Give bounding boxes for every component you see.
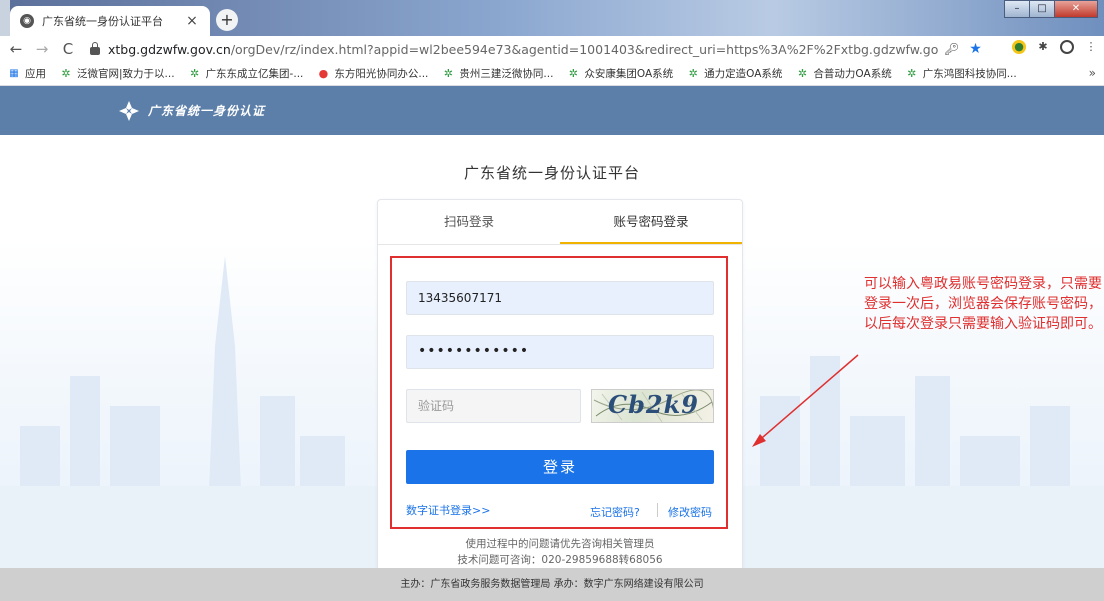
menu-icon[interactable]: ⋮ bbox=[1084, 40, 1098, 54]
page-footer: 主办：广东省政务服务数据管理局 承办：数字广东网络建设有限公司 bbox=[0, 568, 1104, 601]
window-controls: – □ ✕ bbox=[1004, 0, 1098, 20]
bookmark-item[interactable]: ✲ 贵州三建泛微协同... bbox=[442, 66, 554, 81]
close-tab-icon[interactable]: × bbox=[184, 13, 200, 29]
annotation-note: 可以输入粤政易账号密码登录，只需要登录一次后，浏览器会保存账号密码，以后每次登录… bbox=[864, 276, 1102, 332]
tab-qrcode-login[interactable]: 扫码登录 bbox=[378, 200, 560, 244]
bookmark-apps[interactable]: ▦ 应用 bbox=[8, 66, 46, 81]
minimize-icon[interactable]: – bbox=[1004, 0, 1030, 18]
annotation-highlight-box bbox=[390, 256, 728, 529]
bookmark-item[interactable]: ✲ 广东鸿图科技协同... bbox=[906, 66, 1017, 81]
url-text[interactable]: xtbg.gdzwfw.gov.cn/orgDev/rz/index.html?… bbox=[108, 42, 938, 57]
bookmarks-bar: ▦ 应用 ✲ 泛微官网|致力于以... ✲ 广东东成立亿集团-... ● 东方阳光协同办… bbox=[0, 62, 1104, 86]
maximize-icon[interactable]: □ bbox=[1029, 0, 1055, 18]
apps-grid-icon: ▦ bbox=[9, 67, 19, 79]
globe-icon: ◉ bbox=[20, 14, 34, 28]
weaver-logo-icon: ✲ bbox=[907, 66, 917, 80]
bookmark-item[interactable]: ✲ 广东东成立亿集团-... bbox=[189, 66, 303, 81]
address-bar[interactable]: xtbg.gdzwfw.gov.cn/orgDev/rz/index.html?… bbox=[90, 38, 1010, 60]
site-logo-icon bbox=[119, 101, 139, 121]
extension-icons: ● ✱ ⋮ bbox=[1012, 40, 1098, 54]
weaver-logo-icon: ✲ bbox=[688, 66, 698, 80]
tab-password-login[interactable]: 账号密码登录 bbox=[560, 200, 742, 244]
forward-icon[interactable]: → bbox=[32, 40, 52, 58]
back-icon[interactable]: ← bbox=[6, 40, 26, 58]
browser-tab-strip: ◉ 广东省统一身份认证平台 × + – □ ✕ bbox=[0, 0, 1104, 36]
new-tab-button[interactable]: + bbox=[216, 9, 238, 31]
browser-toolbar: ← → C xtbg.gdzwfw.gov.cn/orgDev/rz/index… bbox=[0, 36, 1104, 62]
lock-icon[interactable] bbox=[90, 42, 100, 55]
reload-icon[interactable]: C bbox=[58, 40, 78, 58]
site-name: 广东省统一身份认证 bbox=[148, 104, 266, 118]
help-line-admin: 使用过程中的问题请优先咨询相关管理员 bbox=[465, 538, 655, 550]
browser-tab[interactable]: ◉ 广东省统一身份认证平台 × bbox=[10, 6, 210, 36]
bookmark-item[interactable]: ● 东方阳光协同办公... bbox=[317, 66, 429, 81]
puzzle-icon[interactable]: ✱ bbox=[1036, 40, 1050, 54]
weaver-logo-icon: ✲ bbox=[797, 66, 808, 80]
extension-icon[interactable]: ● bbox=[1012, 40, 1026, 54]
bookmark-item[interactable]: ✲ 众安康集团OA系统 bbox=[567, 66, 673, 81]
weaver-logo-icon: ✲ bbox=[61, 66, 71, 80]
bookmark-item[interactable]: ✲ 泛微官网|致力于以... bbox=[60, 66, 174, 81]
site-header: 广东省统一身份认证 bbox=[0, 86, 1104, 135]
login-tabs: 扫码登录 账号密码登录 bbox=[378, 200, 742, 245]
bookmarks-overflow-button[interactable]: » bbox=[1089, 66, 1096, 80]
key-icon[interactable]: 🔑︎ bbox=[944, 42, 959, 56]
weaver-logo-icon: ✲ bbox=[568, 66, 579, 80]
help-line-phone: 技术问题可咨询：020-29859688转68056 bbox=[457, 554, 663, 566]
tab-title: 广东省统一身份认证平台 bbox=[42, 15, 163, 28]
window-close-icon[interactable]: ✕ bbox=[1054, 0, 1098, 18]
bookmark-star-icon[interactable]: ★ bbox=[969, 41, 982, 57]
bookmark-item[interactable]: ✲ 合普动力OA系统 bbox=[796, 66, 892, 81]
red-logo-icon: ● bbox=[318, 66, 329, 80]
help-text: 使用过程中的问题请优先咨询相关管理员 技术问题可咨询：020-29859688转… bbox=[378, 536, 742, 568]
page-title: 广东省统一身份认证平台 bbox=[463, 164, 640, 182]
weaver-logo-icon: ✲ bbox=[443, 66, 453, 80]
page-content: 广东省统一身份认证 广东省统一身份认证平台 扫码登录 账号密码登录 134356… bbox=[0, 86, 1104, 601]
weaver-logo-icon: ✲ bbox=[189, 66, 200, 80]
bookmark-item[interactable]: ✲ 通力定造OA系统 bbox=[687, 66, 783, 81]
annotation-arrow-icon bbox=[752, 354, 859, 447]
profile-icon[interactable] bbox=[1060, 40, 1074, 54]
